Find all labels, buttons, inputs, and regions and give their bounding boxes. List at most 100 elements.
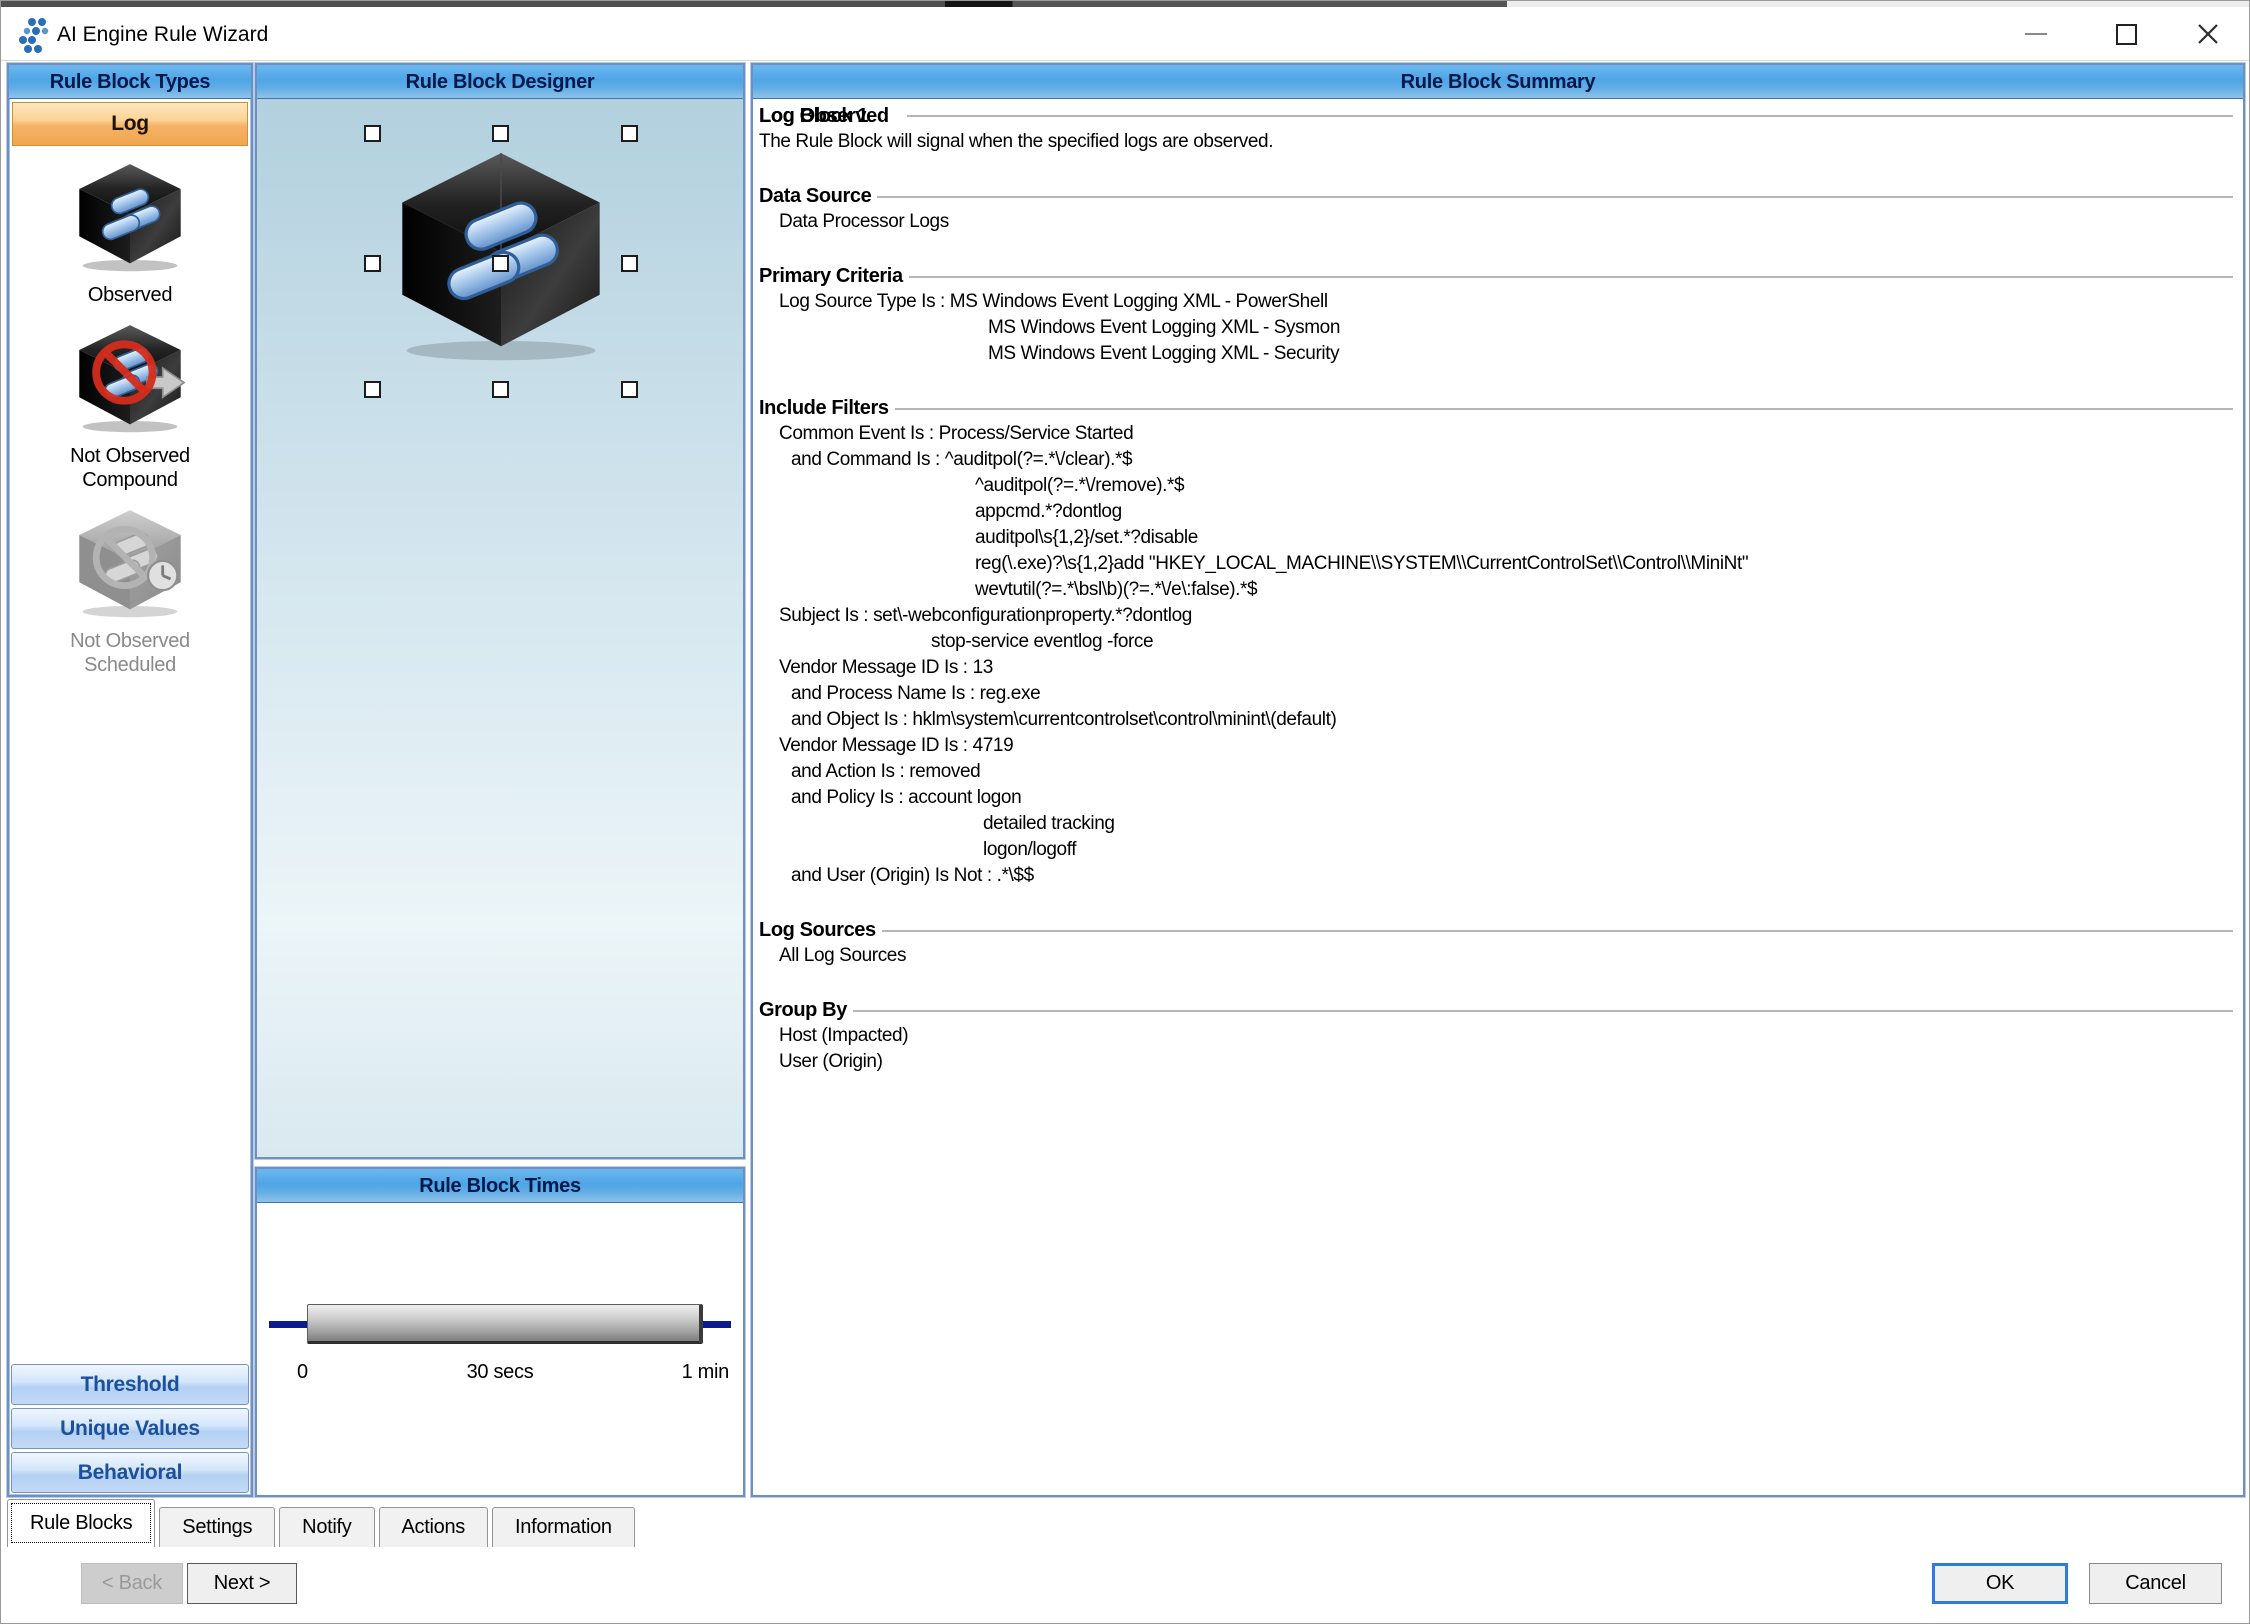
summary-line: Host (Impacted)	[759, 1023, 2233, 1049]
selection-handle-bottom-right[interactable]	[621, 381, 638, 398]
observed-cube-icon	[68, 158, 192, 274]
tab-actions[interactable]: Actions	[379, 1507, 489, 1547]
type-label-observed: Observed	[45, 283, 215, 307]
next-button[interactable]: Next >	[187, 1563, 297, 1604]
titlebar: AI Engine Rule Wizard	[1, 7, 2249, 61]
selection-handle-top-right[interactable]	[621, 125, 638, 142]
tab-notify[interactable]: Notify	[279, 1507, 374, 1547]
section-group-by: Group By Host (Impacted) User (Origin)	[759, 997, 2233, 1075]
summary-line: Common Event Is : Process/Service Starte…	[759, 421, 2233, 447]
rule-block-designer-header: Rule Block Designer	[257, 65, 743, 99]
tick-label-end: 1 min	[682, 1361, 729, 1384]
type-item-not-observed-scheduled[interactable]: Not Observed Scheduled	[9, 504, 251, 677]
include-filters-heading: Include Filters	[759, 395, 889, 421]
summary-line: MS Windows Event Logging XML - Security	[759, 341, 2233, 367]
summary-line: reg(\.exe)?\s{1,2}add "HKEY_LOCAL_MACHIN…	[759, 551, 2233, 577]
summary-line: All Log Sources	[759, 943, 2233, 969]
rule-block-types-panel: Rule Block Types Log Observed	[7, 63, 253, 1497]
summary-line: appcmd.*?dontlog	[759, 499, 2233, 525]
rule-block-times-panel: Rule Block Times 0 30 secs 1 min	[255, 1167, 745, 1497]
type-label-not-observed-compound: Not Observed Compound	[45, 444, 215, 492]
summary-line: and Action Is : removed	[759, 759, 2233, 785]
heading-rule	[907, 115, 2233, 117]
behavioral-button[interactable]: Behavioral	[11, 1452, 249, 1493]
not-observed-scheduled-cube-icon	[68, 504, 192, 620]
section-primary-criteria: Primary Criteria Log Source Type Is : MS…	[759, 263, 2233, 367]
summary-line: detailed tracking	[759, 811, 2233, 837]
ok-button[interactable]: OK	[1932, 1563, 2068, 1604]
summary-line: and Command Is : ^auditpol(?=.*\/clear).…	[759, 447, 2233, 473]
rule-block-summary-header: Rule Block Summary	[753, 65, 2243, 99]
log-type-button[interactable]: Log	[12, 102, 248, 146]
tab-information[interactable]: Information	[492, 1507, 635, 1547]
heading-rule	[909, 276, 2233, 278]
ai-engine-rule-wizard-window: AI Engine Rule Wizard Rule Block Types L…	[0, 0, 2250, 1624]
rule-block-times-header: Rule Block Times	[257, 1169, 743, 1203]
summary-line: User (Origin)	[759, 1049, 2233, 1075]
tab-rule-blocks[interactable]: Rule Blocks	[7, 1499, 155, 1547]
rule-block-designer-panel: Rule Block Designer	[255, 63, 745, 1159]
heading-rule	[853, 1010, 2233, 1012]
summary-line: Log Source Type Is : MS Windows Event Lo…	[759, 289, 2233, 315]
category-buttons: Threshold Unique Values Behavioral	[11, 1361, 249, 1493]
summary-line: and Policy Is : account logon	[759, 785, 2233, 811]
selection-handle-top-left[interactable]	[364, 125, 381, 142]
designer-canvas[interactable]	[257, 99, 743, 1157]
minimize-icon	[2025, 33, 2047, 35]
primary-criteria-heading: Primary Criteria	[759, 263, 903, 289]
summary-description: The Rule Block will signal when the spec…	[759, 129, 2233, 155]
rule-block-summary-panel: Rule Block Summary Log Observed Log Bloc…	[751, 63, 2245, 1497]
window-title: AI Engine Rule Wizard	[57, 23, 268, 47]
selection-handle-bottom-center[interactable]	[492, 381, 509, 398]
type-item-not-observed-compound[interactable]: Not Observed Compound	[9, 319, 251, 492]
summary-line: Vendor Message ID Is : 13	[759, 655, 2233, 681]
summary-line: MS Windows Event Logging XML - Sysmon	[759, 315, 2233, 341]
section-data-source: Data Source Data Processor Logs	[759, 183, 2233, 235]
summary-line: stop-service eventlog -force	[759, 629, 2233, 655]
close-icon	[2196, 22, 2220, 46]
times-canvas: 0 30 secs 1 min	[257, 1203, 743, 1495]
summary-line: Data Processor Logs	[759, 209, 2233, 235]
tab-settings[interactable]: Settings	[159, 1507, 275, 1547]
not-observed-compound-cube-icon	[68, 319, 192, 435]
heading-rule	[895, 408, 2233, 410]
block-title-overlay: Log Block 1	[759, 103, 868, 129]
heading-rule	[877, 196, 2233, 198]
back-button[interactable]: < Back	[81, 1563, 183, 1604]
selection-handle-top-center[interactable]	[492, 125, 509, 142]
threshold-button[interactable]: Threshold	[11, 1364, 249, 1405]
log-sources-heading: Log Sources	[759, 917, 876, 943]
summary-line: auditpol\s{1,2}/set.*?disable	[759, 525, 2233, 551]
maximize-button[interactable]	[2093, 7, 2159, 61]
group-by-heading: Group By	[759, 997, 847, 1023]
summary-line: and Object Is : hklm\system\currentcontr…	[759, 707, 2233, 733]
logrhythm-logo-icon	[15, 16, 53, 61]
summary-block-title: Log Observed Log Block 1	[759, 103, 2233, 129]
bottom-tabbar: Rule Blocks Settings Notify Actions Info…	[7, 1499, 639, 1547]
type-item-observed[interactable]: Observed	[9, 158, 251, 307]
type-label-not-observed-scheduled: Not Observed Scheduled	[45, 629, 215, 677]
selection-handle-middle-center[interactable]	[492, 255, 509, 272]
selected-rule-block-cube[interactable]	[383, 139, 619, 369]
cancel-button[interactable]: Cancel	[2089, 1563, 2222, 1604]
section-log-sources: Log Sources All Log Sources	[759, 917, 2233, 969]
summary-line: logon/logoff	[759, 837, 2233, 863]
close-button[interactable]	[2175, 7, 2241, 61]
selection-handle-middle-right[interactable]	[621, 255, 638, 272]
summary-line: and Process Name Is : reg.exe	[759, 681, 2233, 707]
time-slider-range-bar[interactable]	[307, 1304, 703, 1344]
section-include-filters: Include Filters Common Event Is : Proces…	[759, 395, 2233, 889]
summary-line: wevtutil(?=.*\bsl\b)(?=.*\/e\:false).*$	[759, 577, 2233, 603]
summary-line: Subject Is : set\-webconfigurationproper…	[759, 603, 2233, 629]
minimize-button[interactable]	[2003, 7, 2069, 61]
rule-block-types-header: Rule Block Types	[9, 65, 251, 99]
selection-handle-middle-left[interactable]	[364, 255, 381, 272]
data-source-heading: Data Source	[759, 183, 871, 209]
summary-line: and User (Origin) Is Not : .*\$$	[759, 863, 2233, 889]
unique-values-button[interactable]: Unique Values	[11, 1408, 249, 1449]
summary-line: Vendor Message ID Is : 4719	[759, 733, 2233, 759]
selection-handle-bottom-left[interactable]	[364, 381, 381, 398]
tick-label-mid: 30 secs	[257, 1361, 743, 1384]
maximize-icon	[2116, 24, 2137, 45]
summary-line: ^auditpol(?=.*\/remove).*$	[759, 473, 2233, 499]
